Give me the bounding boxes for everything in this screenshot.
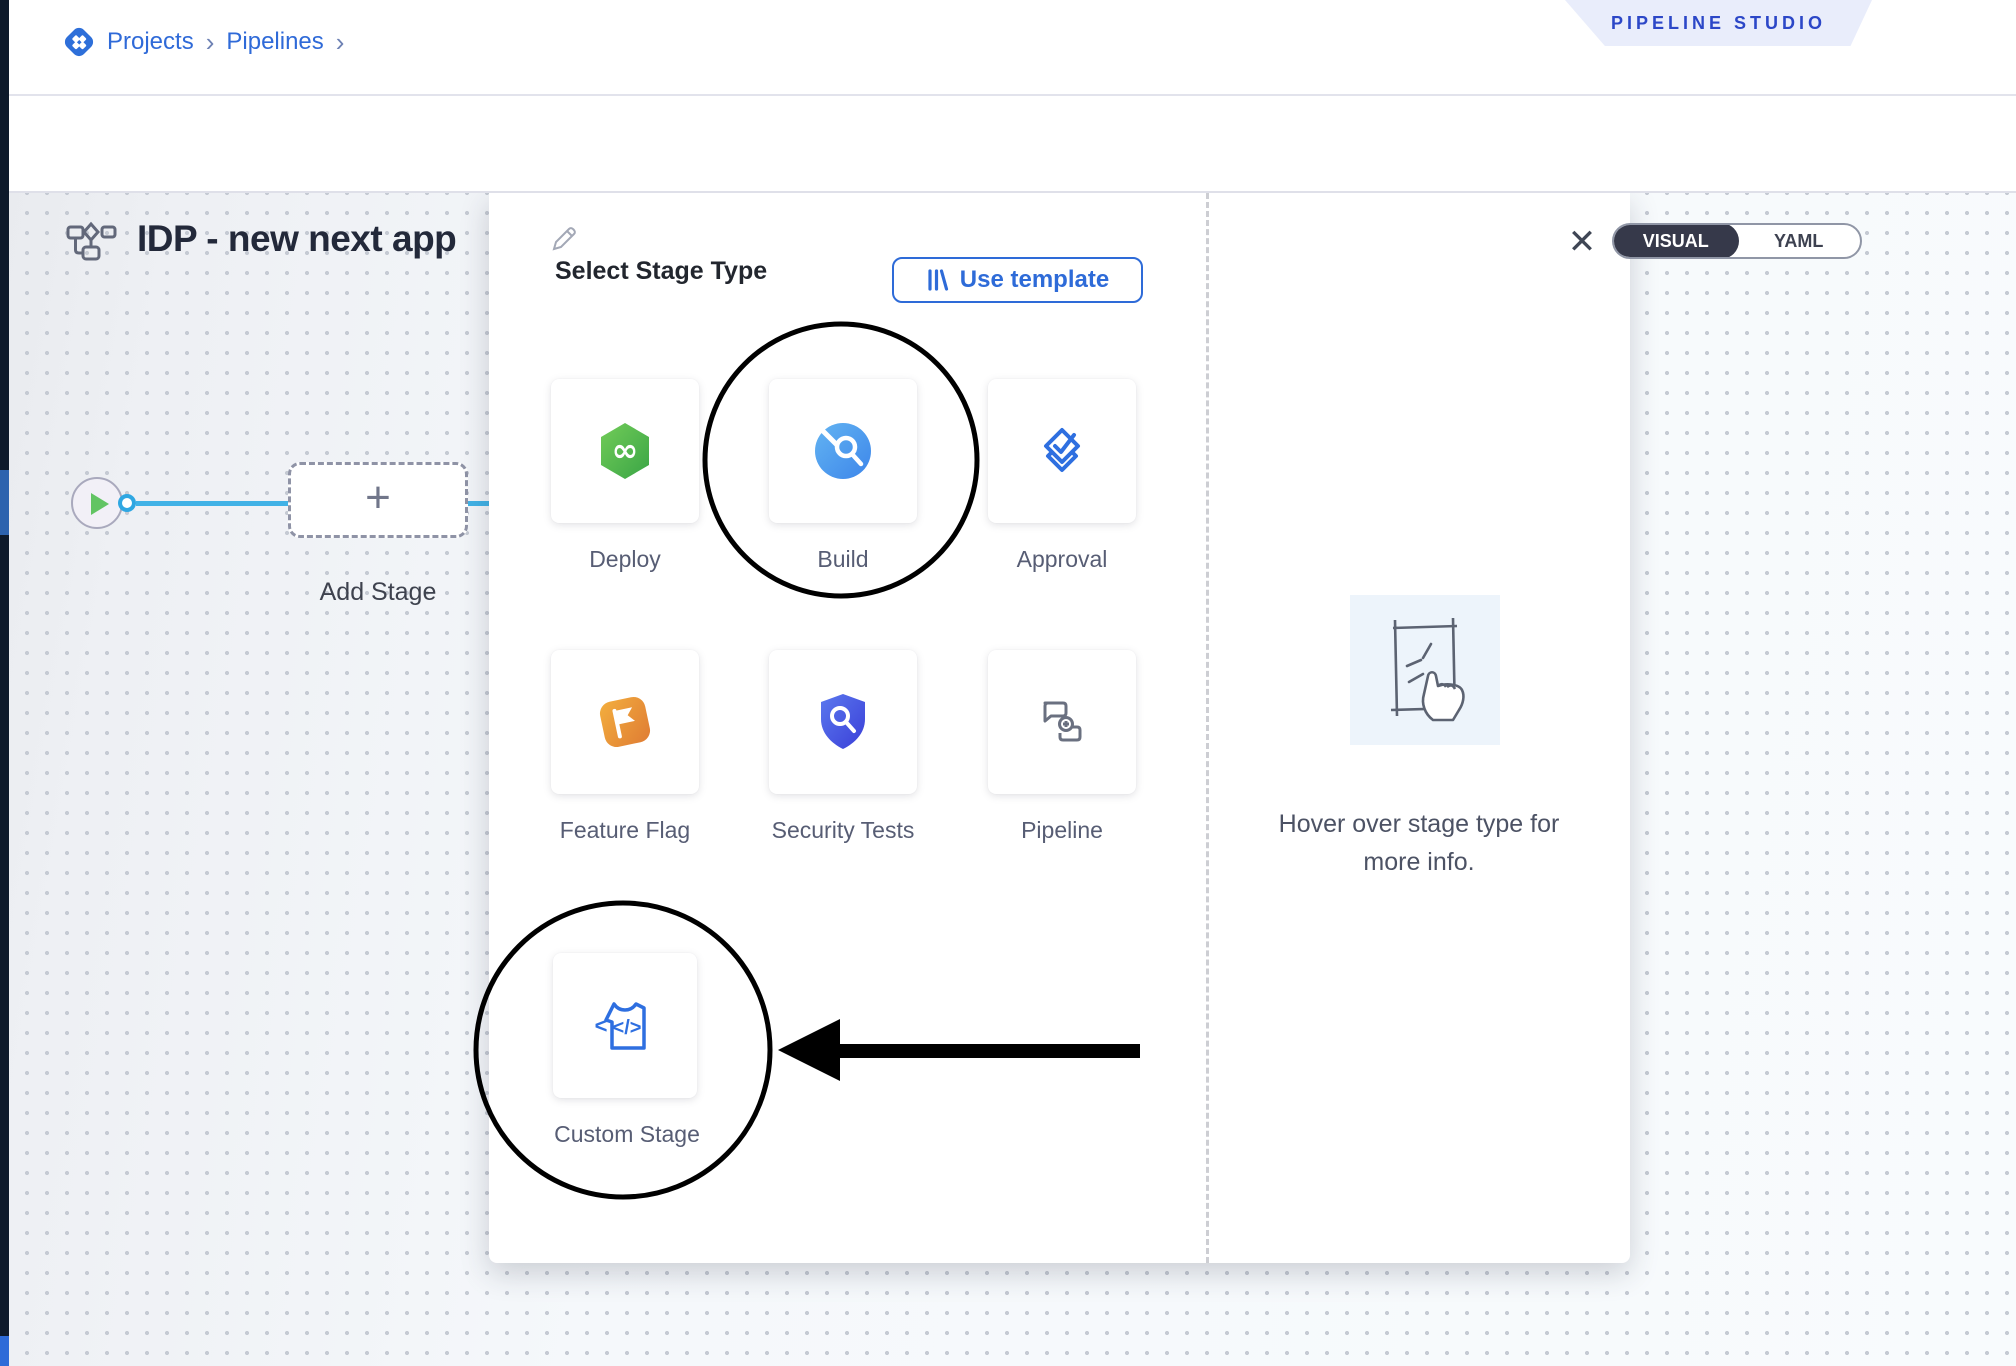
use-template-button[interactable]: Use template	[892, 257, 1143, 303]
stage-label: Approval	[967, 543, 1157, 576]
feature-flag-icon	[591, 688, 659, 756]
projects-logo-icon	[61, 24, 97, 60]
breadcrumb-separator: ›	[334, 29, 347, 55]
stage-type-custom-stage: </> < Custom Stage	[553, 953, 697, 1151]
build-tile[interactable]	[769, 379, 917, 523]
custom-stage-code-icon: </> <	[592, 996, 658, 1056]
stage-type-pipeline: Pipeline	[988, 650, 1136, 847]
flow-connector-line	[136, 501, 288, 506]
stage-label: Custom Stage	[532, 1118, 722, 1151]
left-nav-strip	[0, 0, 9, 1366]
pipeline-studio-badge: PIPELINE STUDIO	[1565, 0, 1872, 46]
stage-type-security-tests: Security Tests	[769, 650, 917, 847]
breadcrumb-pipelines[interactable]: Pipelines	[226, 28, 323, 56]
pipeline-tile[interactable]	[988, 650, 1136, 794]
svg-text:<: <	[595, 1013, 608, 1038]
toggle-visual[interactable]: VISUAL	[1612, 223, 1739, 259]
pipeline-flowchart-icon	[65, 220, 117, 271]
view-mode-toggle: VISUAL YAML	[1612, 223, 1862, 259]
breadcrumb: Projects › Pipelines ›	[61, 24, 346, 60]
svg-text:</>: </>	[613, 1017, 642, 1039]
use-template-label: Use template	[960, 266, 1109, 294]
stage-label: Feature Flag	[530, 814, 720, 847]
breadcrumb-projects[interactable]: Projects	[107, 28, 194, 56]
hover-hint-text: Hover over stage type for more info.	[1248, 805, 1590, 881]
add-stage-button[interactable]: +	[288, 462, 468, 538]
stage-type-build: Build	[769, 379, 917, 576]
close-icon[interactable]: ✕	[1566, 227, 1598, 259]
pipeline-start-node[interactable]	[71, 477, 123, 529]
connector-dot[interactable]	[118, 494, 136, 512]
pipeline-stages-icon	[1033, 693, 1091, 751]
nav-strip-active-segment	[0, 470, 9, 535]
svg-text:∞: ∞	[612, 431, 639, 469]
breadcrumb-separator: ›	[204, 29, 217, 55]
template-library-icon	[926, 267, 950, 293]
stage-label: Deploy	[530, 543, 720, 576]
approval-tile[interactable]	[988, 379, 1136, 523]
panel-title: Select Stage Type	[555, 257, 767, 286]
nav-strip-bottom-segment	[0, 1336, 9, 1366]
plus-icon: +	[365, 476, 391, 520]
toggle-yaml[interactable]: YAML	[1737, 225, 1860, 257]
edit-title-pencil-icon[interactable]	[549, 224, 579, 259]
flow-connector-line	[468, 501, 489, 506]
deploy-tile[interactable]: ∞	[551, 379, 699, 523]
build-ci-icon	[810, 418, 876, 484]
title-bar: IDP - new next app VISUAL YAML	[9, 96, 2016, 193]
feature-flag-tile[interactable]	[551, 650, 699, 794]
custom-stage-tile[interactable]: </> <	[553, 953, 697, 1098]
approval-check-icon	[1031, 420, 1093, 482]
stage-label: Security Tests	[748, 814, 938, 847]
select-stage-type-panel: Select Stage Type Use template ✕ ∞ Deplo…	[489, 193, 1630, 1263]
security-shield-icon	[812, 689, 874, 755]
add-stage-label: Add Stage	[268, 578, 488, 607]
page-title: IDP - new next app	[137, 218, 456, 260]
stage-label: Build	[748, 543, 938, 576]
hover-hint-illustration	[1350, 595, 1500, 745]
stage-type-feature-flag: Feature Flag	[551, 650, 699, 847]
stage-type-deploy: ∞ Deploy	[551, 379, 699, 576]
play-icon	[91, 493, 109, 515]
click-square-hand-icon	[1369, 612, 1481, 728]
top-header: Projects › Pipelines › PIPELINE STUDIO	[9, 0, 2016, 96]
stage-label: Pipeline	[967, 814, 1157, 847]
panel-divider	[1206, 193, 1209, 1263]
deploy-cd-icon: ∞	[591, 417, 659, 485]
security-tests-tile[interactable]	[769, 650, 917, 794]
stage-type-approval: Approval	[988, 379, 1136, 576]
